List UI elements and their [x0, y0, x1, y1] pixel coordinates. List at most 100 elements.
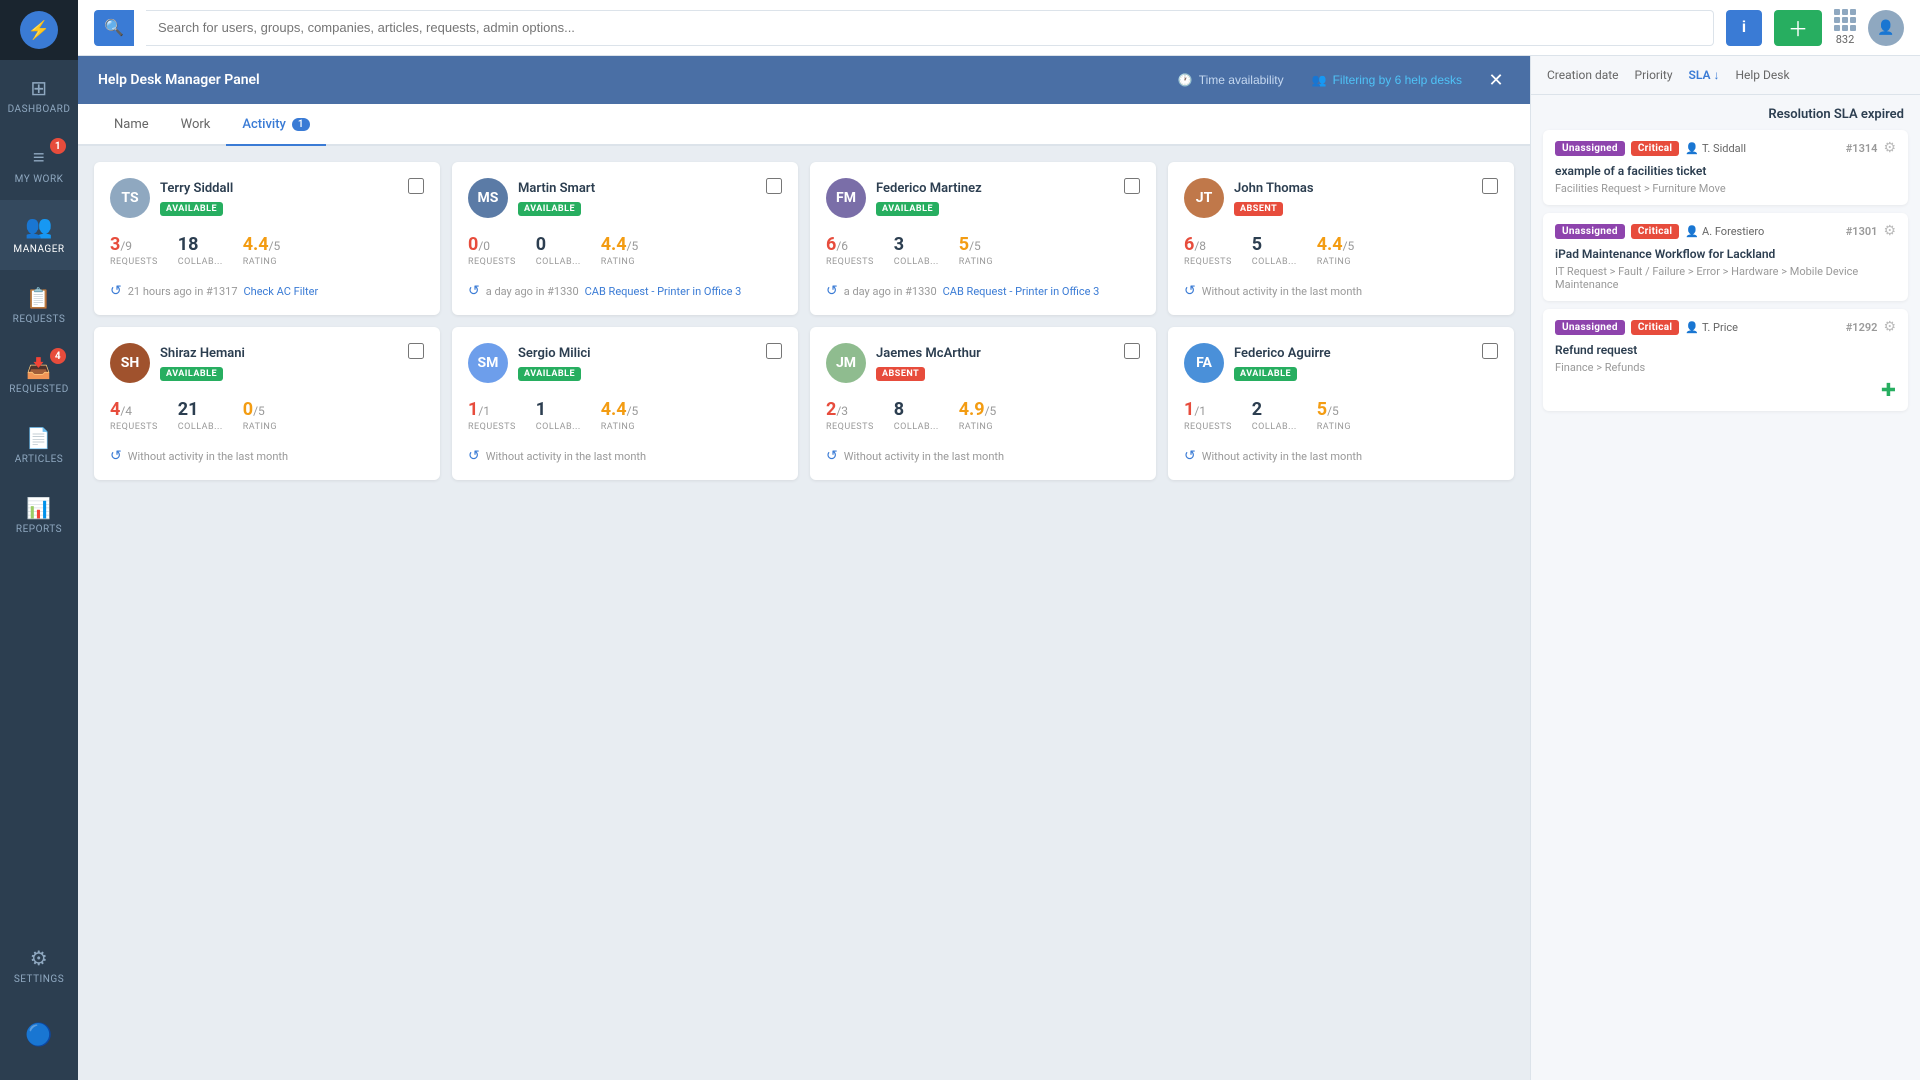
tab-name[interactable]: Name: [98, 104, 165, 146]
agent-card-sergio-milici: SM Sergio Milici AVAILABLE 1/1 REQUESTS …: [452, 327, 798, 480]
agent-activity-martin-smart: ↺ a day ago in #1330 CAB Request - Print…: [468, 283, 782, 299]
filter-button[interactable]: 👥 Filtering by 6 help desks: [1304, 69, 1470, 91]
agent-select-checkbox[interactable]: [408, 343, 424, 359]
sidebar-item-dashboard[interactable]: ⊞ DASHBOARD: [0, 60, 78, 130]
sidebar-item-settings[interactable]: ⚙ SETTINGS: [0, 930, 78, 1000]
agent-select-checkbox[interactable]: [1482, 343, 1498, 359]
agent-select-checkbox[interactable]: [1124, 178, 1140, 194]
stat-collabs: 1 COLLAB...: [536, 399, 581, 432]
ticket-gear-icon[interactable]: ⚙: [1883, 319, 1896, 335]
ticket-card-ticket-1314: Unassigned Critical 👤 T. Siddall #1314 ⚙…: [1543, 130, 1908, 205]
ticket-add-icon[interactable]: ✚: [1881, 380, 1896, 401]
sidebar-item-reports[interactable]: 📊 REPORTS: [0, 480, 78, 550]
agent-name: Terry Siddall: [160, 181, 233, 196]
ticket-id: #1301: [1846, 225, 1878, 238]
sidebar-item-requested[interactable]: 4 📥 REQUESTED: [0, 340, 78, 410]
tab-activity[interactable]: Activity 1: [226, 104, 325, 146]
sort-help-desk[interactable]: Help Desk: [1735, 68, 1789, 82]
sort-creation-date[interactable]: Creation date: [1547, 68, 1619, 82]
stat-collabs-label: COLLAB...: [536, 257, 581, 267]
agent-info: Martin Smart AVAILABLE: [518, 181, 595, 216]
stat-rating-label: RATING: [601, 257, 635, 267]
agent-activity-sergio-milici: ↺ Without activity in the last month: [468, 448, 782, 464]
agent-stats: 4/4 REQUESTS 21 COLLAB... 0/5 RATING: [110, 399, 424, 432]
stat-requests-label: REQUESTS: [826, 257, 874, 267]
agent-card-martin-smart: MS Martin Smart AVAILABLE 0/0 REQUESTS 0…: [452, 162, 798, 315]
agent-avatar: SM: [468, 343, 508, 383]
badge-critical: Critical: [1631, 141, 1680, 156]
agent-select-checkbox[interactable]: [766, 178, 782, 194]
activity-link[interactable]: CAB Request - Printer in Office 3: [943, 285, 1100, 298]
agent-status: AVAILABLE: [1234, 367, 1297, 381]
agent-select-checkbox[interactable]: [766, 343, 782, 359]
agent-card-federico-aguirre: FA Federico Aguirre AVAILABLE 1/1 REQUES…: [1168, 327, 1514, 480]
agent-card-header: JM Jaemes McArthur ABSENT: [826, 343, 1140, 383]
agent-avatar: FM: [826, 178, 866, 218]
stat-rating: 4.9/5 RATING: [959, 399, 997, 432]
avatar-initials: TS: [121, 190, 138, 206]
sidebar-item-requests[interactable]: 📋 REQUESTS: [0, 270, 78, 340]
agent-select-checkbox[interactable]: [408, 178, 424, 194]
sort-priority[interactable]: Priority: [1635, 68, 1673, 82]
agent-select-checkbox[interactable]: [1124, 343, 1140, 359]
sidebar-item-articles[interactable]: 📄 ARTICLES: [0, 410, 78, 480]
activity-time: a day ago in #1330: [486, 285, 579, 298]
activity-link[interactable]: CAB Request - Printer in Office 3: [585, 285, 742, 298]
panel-close-button[interactable]: ✕: [1482, 66, 1510, 94]
search-button[interactable]: 🔍: [94, 10, 134, 46]
stat-rating-label: RATING: [243, 422, 277, 432]
stat-rating-label: RATING: [243, 257, 277, 267]
agent-info: Federico Martinez AVAILABLE: [876, 181, 982, 216]
requested-badge: 4: [50, 348, 66, 364]
agent-stats: 2/3 REQUESTS 8 COLLAB... 4.9/5 RATING: [826, 399, 1140, 432]
badge-unassigned: Unassigned: [1555, 141, 1625, 156]
filter-icon: 👥: [1312, 73, 1327, 87]
agent-card-terry-siddall: TS Terry Siddall AVAILABLE 3/9 REQUESTS …: [94, 162, 440, 315]
tab-activity-badge: 1: [292, 118, 310, 131]
stat-rating-value: 5/5: [1317, 399, 1339, 420]
grid-menu-button[interactable]: 832: [1834, 9, 1856, 46]
activity-text: Without activity in the last month: [1202, 285, 1362, 298]
time-availability-button[interactable]: 🕐 Time availability: [1170, 69, 1292, 91]
agent-activity-federico-aguirre: ↺ Without activity in the last month: [1184, 448, 1498, 464]
filter-label: Filtering by 6 help desks: [1333, 73, 1462, 87]
close-icon: ✕: [1488, 70, 1503, 91]
agent-status: ABSENT: [1234, 202, 1283, 216]
agent-activity-john-thomas: ↺ Without activity in the last month: [1184, 283, 1498, 299]
add-button[interactable]: ＋: [1774, 10, 1822, 46]
stat-rating-value: 4.4/5: [1317, 234, 1355, 255]
activity-icon: ↺: [110, 283, 122, 299]
agent-select-checkbox[interactable]: [1482, 178, 1498, 194]
user-avatar[interactable]: 👤: [1868, 10, 1904, 46]
stat-requests: 2/3 REQUESTS: [826, 399, 874, 432]
stat-collabs-label: COLLAB...: [536, 422, 581, 432]
stat-rating: 4.4/5 RATING: [243, 234, 281, 267]
activity-time: a day ago in #1330: [844, 285, 937, 298]
activity-icon: ↺: [468, 283, 480, 299]
activity-icon: ↺: [826, 448, 838, 464]
settings-icon: ⚙: [30, 946, 48, 970]
agent-name: Martin Smart: [518, 181, 595, 196]
agent-name: Sergio Milici: [518, 346, 591, 361]
info-button[interactable]: i: [1726, 10, 1762, 46]
grid-dots-icon: [1834, 9, 1856, 31]
sidebar-item-manager[interactable]: 👥 MANAGER: [0, 200, 78, 270]
sidebar-logo[interactable]: ⚡: [0, 0, 78, 60]
user-icon: 👤: [1685, 225, 1699, 238]
activity-link[interactable]: Check AC Filter: [244, 285, 319, 298]
stat-collabs: 8 COLLAB...: [894, 399, 939, 432]
ticket-gear-icon[interactable]: ⚙: [1883, 223, 1896, 239]
sort-sla[interactable]: SLA ↓: [1689, 68, 1720, 82]
agent-name: Jaemes McArthur: [876, 346, 981, 361]
agent-info: Jaemes McArthur ABSENT: [876, 346, 981, 381]
badge-critical: Critical: [1631, 224, 1680, 239]
sidebar-item-support[interactable]: 🔵: [0, 1000, 78, 1070]
tab-work[interactable]: Work: [165, 104, 227, 146]
ticket-gear-icon[interactable]: ⚙: [1883, 140, 1896, 156]
sidebar-item-my-work[interactable]: 1 ≡ MY WORK: [0, 130, 78, 200]
avatar-initials: MS: [478, 190, 499, 206]
stat-rating-value: 4.4/5: [243, 234, 281, 255]
ticket-path: Facilities Request > Furniture Move: [1555, 182, 1896, 195]
search-input[interactable]: [146, 10, 1714, 46]
ticket-assignee: 👤 T. Price: [1685, 321, 1738, 334]
